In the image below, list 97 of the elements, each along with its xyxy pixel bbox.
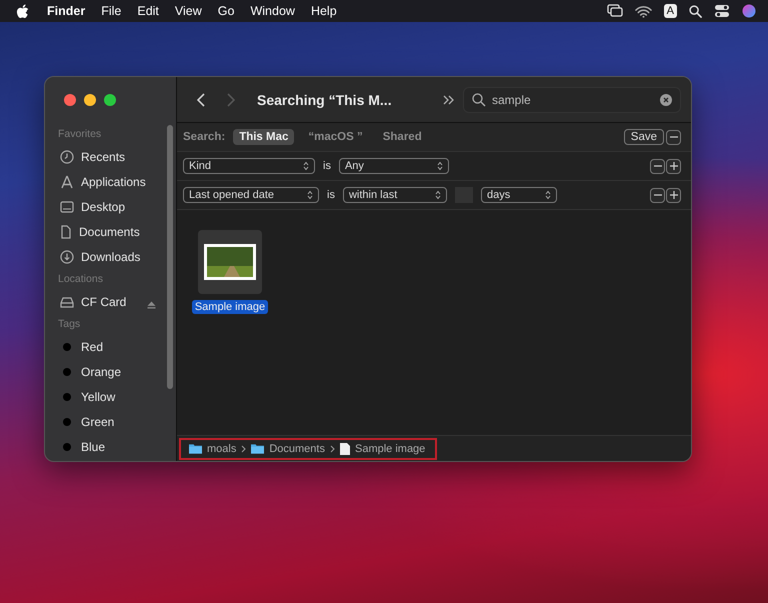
updown-arrows-icon xyxy=(307,190,313,200)
updown-arrows-icon xyxy=(303,161,309,171)
search-field[interactable]: sample xyxy=(463,86,681,112)
sidebar-item-label: Green xyxy=(81,414,114,428)
sidebar-item-label: Blue xyxy=(81,440,106,454)
screen-mirroring-icon[interactable] xyxy=(606,4,623,18)
sidebar-item[interactable]: Desktop xyxy=(55,194,166,219)
menu-item[interactable]: File xyxy=(101,4,122,18)
value-popup[interactable]: Any xyxy=(338,158,449,174)
save-button[interactable]: Save xyxy=(624,129,664,145)
tag-dot-icon xyxy=(63,342,71,350)
updown-arrows-icon xyxy=(434,190,441,200)
folder-icon xyxy=(189,443,202,454)
scrollbar-thumb[interactable] xyxy=(167,125,173,389)
sidebar-item[interactable]: CF Card xyxy=(55,289,166,314)
search-icon xyxy=(472,92,486,106)
photo-placeholder xyxy=(204,244,256,280)
input-source-indicator[interactable]: A xyxy=(664,4,677,18)
search-icon[interactable] xyxy=(689,4,702,18)
unit-popup[interactable]: days xyxy=(480,187,557,203)
sidebar-item-label: Documents xyxy=(79,224,140,238)
sidebar-item-label: Desktop xyxy=(81,200,126,214)
app-menu[interactable]: Finder xyxy=(47,4,86,18)
sidebar-item[interactable]: Recents xyxy=(55,144,166,169)
path-item[interactable]: Sample image xyxy=(354,442,426,454)
menu-item[interactable]: View xyxy=(174,4,202,18)
sidebar-item[interactable]: Documents xyxy=(55,219,166,244)
eject-icon[interactable] xyxy=(147,300,156,308)
folder-icon xyxy=(251,443,264,454)
search-scope-label: Search: xyxy=(183,131,226,143)
drive-icon xyxy=(60,296,74,308)
plus-button[interactable] xyxy=(666,188,681,202)
window-title: Searching “This M... xyxy=(257,92,393,108)
path-item[interactable]: Documents xyxy=(269,442,325,454)
siri-icon[interactable] xyxy=(742,4,756,18)
zoom-button[interactable] xyxy=(104,94,116,106)
sidebar-item-label: Applications xyxy=(81,174,146,188)
apple-logo-icon[interactable] xyxy=(16,4,29,18)
tag-dot-icon xyxy=(63,442,71,450)
menu-item[interactable]: Window xyxy=(250,4,295,18)
sidebar-item-label: Red xyxy=(81,340,104,354)
minus-button[interactable] xyxy=(650,158,665,174)
control-center-icon[interactable] xyxy=(714,4,730,18)
scope-button[interactable]: Shared xyxy=(376,129,428,145)
sidebar-heading: Favorites xyxy=(58,128,102,140)
download-icon xyxy=(60,250,74,264)
sidebar-heading: Tags xyxy=(58,318,82,330)
sidebar-item[interactable]: Applications xyxy=(55,169,166,194)
sidebar-heading: Locations xyxy=(58,273,104,285)
applications-icon xyxy=(60,174,74,188)
operator-label: is xyxy=(323,160,331,172)
image-thumbnail[interactable] xyxy=(198,230,262,294)
menu-item[interactable]: Help xyxy=(310,4,337,18)
minimize-button[interactable] xyxy=(84,94,96,106)
scope-button[interactable]: “macOS ” xyxy=(302,129,369,145)
back-icon[interactable] xyxy=(197,92,205,106)
updown-arrows-icon xyxy=(544,190,551,200)
scope-button[interactable]: This Mac xyxy=(233,129,294,145)
tag-dot-icon xyxy=(63,392,71,400)
close-button[interactable] xyxy=(64,94,76,106)
minus-button[interactable] xyxy=(666,130,681,144)
chevron-icon xyxy=(241,444,246,452)
menu-item[interactable]: Edit xyxy=(137,4,159,18)
clear-icon[interactable] xyxy=(660,94,672,106)
tag-dot-icon xyxy=(63,418,71,426)
sidebar-item-label: Recents xyxy=(81,150,126,164)
search-query: sample xyxy=(492,92,532,106)
operator-label: is xyxy=(327,189,335,201)
sidebar-item[interactable]: Downloads xyxy=(55,244,166,269)
value-popup[interactable]: within last xyxy=(342,187,447,203)
sidebar-item-label: Orange xyxy=(81,364,122,378)
sidebar-item[interactable]: Red xyxy=(55,334,166,359)
sidebar-item[interactable]: Yellow xyxy=(55,384,166,409)
minus-button[interactable] xyxy=(650,188,665,202)
sidebar-item[interactable]: Orange xyxy=(55,359,166,384)
sidebar-item[interactable]: Blue xyxy=(55,434,166,459)
clock-icon xyxy=(60,150,74,164)
sidebar-item[interactable]: Green xyxy=(55,409,166,434)
wifi-icon[interactable] xyxy=(634,4,652,18)
file-name[interactable]: Sample image xyxy=(192,300,268,314)
attribute-popup[interactable]: Last opened date xyxy=(183,187,319,203)
chevron-icon xyxy=(330,444,335,452)
sidebar-item-label: CF Card xyxy=(81,294,126,308)
plus-icon xyxy=(670,162,678,170)
sidebar-item-label: Downloads xyxy=(81,250,140,264)
menu-item[interactable]: Go xyxy=(218,4,234,18)
plus-button[interactable] xyxy=(666,158,681,174)
chevrons-icon[interactable] xyxy=(443,94,455,104)
plus-icon xyxy=(670,191,678,199)
sidebar-item-label: Yellow xyxy=(81,390,116,404)
document-icon xyxy=(60,224,72,238)
monitor-icon xyxy=(60,200,74,212)
tag-dot-icon xyxy=(63,368,71,376)
updown-arrows-icon xyxy=(436,161,443,171)
path-item[interactable]: moals xyxy=(207,442,236,454)
document-icon xyxy=(340,442,350,454)
attribute-popup[interactable]: Kind xyxy=(183,158,315,174)
